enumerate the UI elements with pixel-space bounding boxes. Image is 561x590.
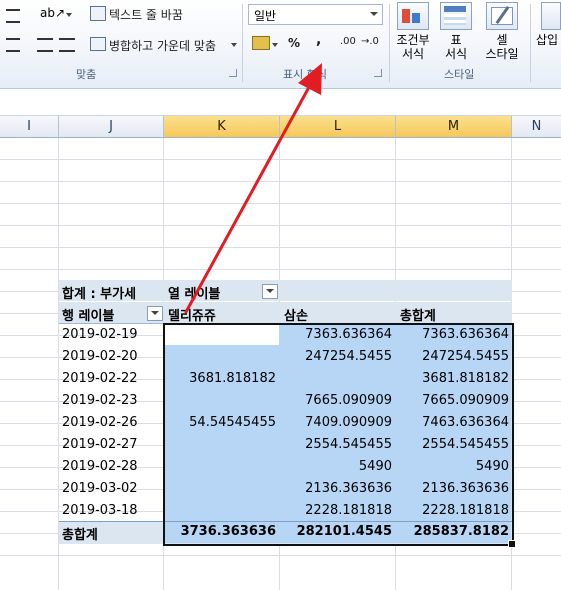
row-label-date[interactable]: 2019-02-23 [62, 393, 138, 408]
comma-button[interactable]: , [316, 32, 321, 48]
row-label-date[interactable]: 2019-02-28 [62, 459, 138, 474]
format-table-button[interactable]: 표 서식 [438, 2, 474, 61]
column-filter-dropdown-icon[interactable] [262, 284, 278, 299]
grand-total-l[interactable]: 282101.4545 [280, 524, 392, 539]
format-table-label-1: 표 [450, 33, 462, 47]
cell-value-l[interactable]: 7363.636364 [280, 327, 392, 342]
cell-value-l[interactable]: 2228.181818 [280, 503, 392, 518]
cell-value-m[interactable]: 7665.090909 [396, 393, 509, 408]
column-header-i[interactable]: I [0, 116, 59, 137]
format-table-icon [440, 2, 472, 30]
group-label-alignment: 맞춤 [76, 68, 97, 81]
column-header-m[interactable]: M [396, 116, 512, 137]
grand-total-label: 총합계 [62, 528, 98, 543]
alignment-launcher-icon[interactable] [229, 69, 237, 77]
increase-indent-icon[interactable] [59, 38, 75, 52]
pivot-col-header: 삼손 [284, 309, 308, 324]
cell-styles-icon [486, 2, 518, 30]
chevron-down-icon [370, 12, 378, 16]
row-label-date[interactable]: 2019-02-26 [62, 415, 138, 430]
grand-total-k[interactable]: 3736.363636 [164, 524, 276, 539]
currency-icon[interactable] [252, 36, 270, 50]
cell-styles-label-1: 셀 [496, 33, 508, 47]
cell-value-m[interactable]: 2136.363636 [396, 481, 509, 496]
column-header-j[interactable]: J [59, 116, 164, 137]
row-label-date[interactable]: 2019-03-18 [62, 503, 138, 518]
number-format-value: 일반 [254, 9, 277, 23]
wrap-text-icon[interactable] [90, 6, 106, 21]
grand-total-m[interactable]: 285837.8182 [396, 524, 509, 539]
pivot-col-header: 델리쥬쥬 [168, 309, 216, 324]
column-header-n[interactable]: N [512, 116, 561, 137]
cell-value-m[interactable]: 3681.818182 [396, 371, 509, 386]
cell-value-k[interactable]: 3681.818182 [164, 371, 276, 386]
row-label-date[interactable]: 2019-02-20 [62, 349, 138, 364]
cell-styles-button[interactable]: 셀 스타일 [478, 2, 526, 61]
insert-label: 삽입 [536, 33, 559, 47]
merge-dropdown-icon[interactable] [231, 43, 237, 47]
cell-value-l[interactable]: 2554.545455 [280, 437, 392, 452]
cell-value-m[interactable]: 2228.181818 [396, 503, 509, 518]
conditional-format-icon [397, 2, 429, 30]
decrease-decimal-button[interactable]: →.0 [361, 36, 379, 47]
column-header-l[interactable]: L [280, 116, 396, 137]
row-label-date[interactable]: 2019-03-02 [62, 481, 138, 496]
ribbon: ab↗ 텍스트 줄 바꿈 병합하고 가운데 맞춤 맞춤 일반 % , .00 →… [0, 0, 561, 89]
number-format-combo[interactable]: 일반 [248, 4, 383, 25]
cell-value-l[interactable]: 7665.090909 [280, 393, 392, 408]
cell-value-m[interactable]: 247254.5455 [396, 349, 509, 364]
cell-value-m[interactable]: 7363.636364 [396, 327, 509, 342]
align-justify-icon[interactable] [6, 38, 20, 52]
orientation-icon[interactable]: ab↗ [40, 6, 65, 20]
cell-value-k[interactable]: 54.54545455 [164, 415, 276, 430]
group-label-styles: 스타일 [444, 68, 475, 81]
dropdown-arrow-icon[interactable] [66, 13, 72, 17]
cell-value-l[interactable]: 2136.363636 [280, 481, 392, 496]
number-launcher-icon[interactable] [374, 69, 382, 77]
conditional-format-button[interactable]: 조건부 서식 [392, 2, 434, 61]
column-header-row: I J K L M N [0, 116, 561, 138]
conditional-format-label-1: 조건부 [396, 33, 430, 47]
wrap-text-label[interactable]: 텍스트 줄 바꿈 [109, 6, 183, 23]
cell-value-l[interactable]: 7409.090909 [280, 415, 392, 430]
cell-value-l[interactable]: 5490 [280, 459, 392, 474]
cell-value-l[interactable]: 247254.5455 [280, 349, 392, 364]
pivot-row-labels-header: 행 레이블 [62, 309, 115, 324]
format-table-label-2: 서식 [444, 47, 468, 61]
conditional-format-label-2: 서식 [401, 47, 425, 61]
row-filter-dropdown-icon[interactable] [147, 306, 163, 321]
insert-button[interactable]: 삽입 [536, 2, 561, 47]
pivot-col-header: 총합계 [400, 309, 436, 324]
align-top-icon[interactable] [6, 9, 20, 23]
increase-decimal-button[interactable]: .00 [340, 36, 356, 47]
row-label-date[interactable]: 2019-02-27 [62, 437, 138, 452]
insert-icon [541, 2, 561, 30]
cell-styles-label-2: 스타일 [485, 47, 519, 61]
column-header-k[interactable]: K [164, 116, 280, 137]
merge-center-icon[interactable] [90, 37, 106, 51]
fill-handle[interactable] [508, 540, 516, 548]
merge-center-label[interactable]: 병합하고 가운데 맞춤 [109, 37, 216, 54]
percent-button[interactable]: % [288, 36, 300, 50]
cell-value-m[interactable]: 5490 [396, 459, 509, 474]
pivot-value-field-label: 합계 : 부가세 [62, 287, 137, 302]
row-label-date[interactable]: 2019-02-22 [62, 371, 138, 386]
decrease-indent-icon[interactable] [37, 38, 53, 52]
worksheet-grid[interactable]: 합계 : 부가세 열 레이블 행 레이블 델리쥬쥬 삼손 총합계 2019-02… [0, 138, 561, 590]
formula-bar-area [0, 89, 561, 116]
currency-dropdown-icon[interactable] [272, 43, 278, 47]
pivot-column-labels-header: 열 레이블 [168, 287, 221, 302]
group-label-number: 표시 형식 [283, 68, 327, 81]
cell-value-m[interactable]: 7463.636364 [396, 415, 509, 430]
cell-value-m[interactable]: 2554.545455 [396, 437, 509, 452]
row-label-date[interactable]: 2019-02-19 [62, 327, 138, 342]
